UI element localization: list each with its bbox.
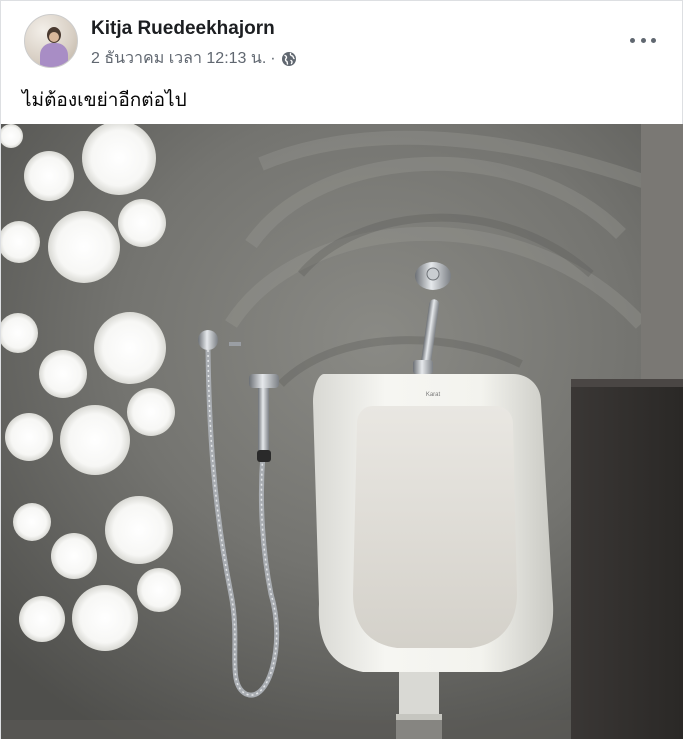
globe-icon[interactable] — [281, 51, 297, 67]
post-header: Kitja Ruedeekhajorn 2 ธันวาคม เวลา 12:13… — [1, 1, 683, 79]
more-options-button[interactable] — [630, 31, 656, 49]
post-timestamp[interactable]: 2 ธันวาคม เวลา 12:13 น. — [91, 46, 266, 71]
facebook-post: Kitja Ruedeekhajorn 2 ธันวาคม เวลา 12:13… — [0, 0, 683, 739]
author-avatar[interactable] — [24, 14, 78, 68]
more-dot — [651, 37, 656, 43]
urinal-photo-illustration: Karat — [1, 124, 683, 739]
more-dot — [640, 37, 646, 43]
post-meta: 2 ธันวาคม เวลา 12:13 น. · — [91, 46, 297, 71]
post-caption: ไม่ต้องเขย่าอีกต่อไป — [22, 89, 187, 111]
urinal-brand-logo: Karat — [426, 392, 441, 398]
more-dot — [630, 37, 635, 43]
author-name[interactable]: Kitja Ruedeekhajorn — [91, 18, 275, 40]
meta-separator: · — [270, 49, 276, 67]
post-photo[interactable]: Karat — [1, 124, 683, 739]
